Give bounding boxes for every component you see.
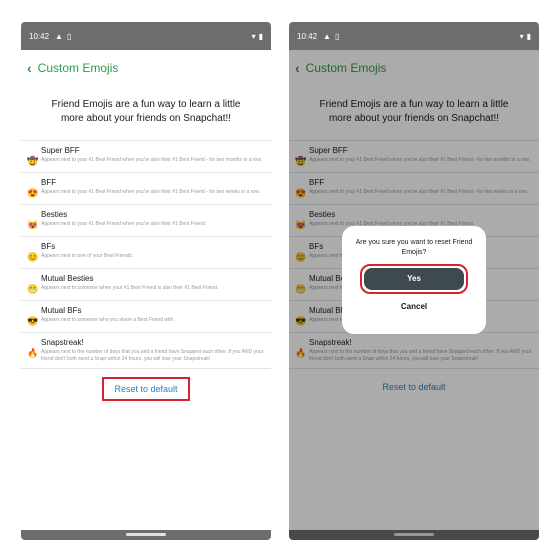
item-desc: Appears next to one of your Best Friends… — [41, 253, 134, 259]
battery-icon: ▮ — [526, 31, 531, 41]
item-desc: Appears next to your #1 Best Friend when… — [41, 189, 260, 195]
list-item-snapstreak[interactable]: 🔥 Snapstreak! Appears next to the number … — [21, 333, 271, 369]
item-name: Super BFF — [41, 146, 80, 155]
list-item-super-bff[interactable]: 🤠 Super BFF Appears next to your #1 Best … — [21, 141, 271, 173]
list-item-bfs[interactable]: 😊 BFs Appears next to one of your Best Fr… — [21, 237, 271, 269]
phone-screen-right: 10:42 ▲ ▯ ▾ ▮ ‹ Custom Emojis Friend Emo… — [289, 22, 539, 540]
cancel-button[interactable]: Cancel — [342, 302, 486, 311]
emoji-list: 🤠 Super BFF Appears next to your #1 Best … — [21, 140, 271, 369]
nav-bar — [21, 530, 271, 540]
yes-highlight: Yes — [360, 264, 468, 294]
grimace-emoji-icon: 😬 — [27, 284, 39, 294]
item-desc: Appears next to the number of days that … — [41, 349, 264, 362]
dialog-question: Are you sure you want to reset Friend Em… — [355, 239, 473, 256]
sunglasses-emoji-icon: 😎 — [27, 316, 39, 326]
list-item-besties[interactable]: 😻 Besties Appears next to your #1 Best Fr… — [21, 205, 271, 237]
wifi-icon: ▾ — [519, 31, 524, 41]
home-gesture-pill[interactable] — [126, 533, 166, 536]
sim-icon: ▯ — [334, 31, 340, 41]
status-bar: 10:42 ▲ ▯ ▾ ▮ — [289, 22, 539, 50]
status-time: 10:42 — [297, 31, 318, 41]
smile-emoji-icon: 😊 — [27, 252, 39, 262]
status-bar: 10:42 ▲ ▯ ▾ ▮ — [21, 22, 271, 50]
item-name: BFs — [41, 242, 56, 251]
alert-icon: ▲ — [323, 31, 331, 41]
item-name: Mutual Besties — [41, 274, 94, 283]
item-name: BFF — [41, 178, 57, 187]
intro-text: Friend Emojis are a fun way to learn a l… — [51, 99, 241, 124]
fire-emoji-icon: 🔥 — [27, 348, 39, 358]
item-desc: Appears next to someone who you share a … — [41, 317, 175, 323]
item-name: Besties — [41, 210, 68, 219]
item-desc: Appears next to someone when your #1 Bes… — [41, 285, 219, 291]
sim-icon: ▯ — [66, 31, 72, 41]
alert-icon: ▲ — [55, 31, 63, 41]
list-item-mutual-bfs[interactable]: 😎 Mutual BFs Appears next to someone who … — [21, 301, 271, 333]
phone-screen-left: 10:42 ▲ ▯ ▾ ▮ ‹ Custom Emojis Friend Emo… — [21, 22, 271, 540]
reset-to-default-button[interactable]: Reset to default — [102, 377, 190, 401]
battery-icon: ▮ — [258, 31, 263, 41]
heart-eyes-emoji-icon: 😍 — [27, 188, 39, 198]
item-desc: Appears next to your #1 Best Friend when… — [41, 157, 263, 163]
cat-heart-eyes-emoji-icon: 😻 — [27, 220, 39, 230]
cowboy-emoji-icon: 🤠 — [27, 156, 39, 166]
item-name: Mutual BFs — [41, 306, 82, 315]
reset-confirm-dialog: Are you sure you want to reset Friend Em… — [342, 226, 486, 334]
yes-button[interactable]: Yes — [364, 268, 464, 290]
back-chevron-icon[interactable]: ‹ — [27, 60, 32, 76]
wifi-icon: ▾ — [251, 31, 256, 41]
item-desc: Appears next to your #1 Best Friend when… — [41, 221, 207, 227]
item-name: Snapstreak! — [41, 338, 84, 347]
list-item-mutual-besties[interactable]: 😬 Mutual Besties Appears next to someone … — [21, 269, 271, 301]
status-time: 10:42 — [29, 31, 50, 41]
app-header: ‹ Custom Emojis — [21, 50, 271, 86]
list-item-bff[interactable]: 😍 BFF Appears next to your #1 Best Friend… — [21, 173, 271, 205]
page-title: Custom Emojis — [37, 61, 119, 75]
